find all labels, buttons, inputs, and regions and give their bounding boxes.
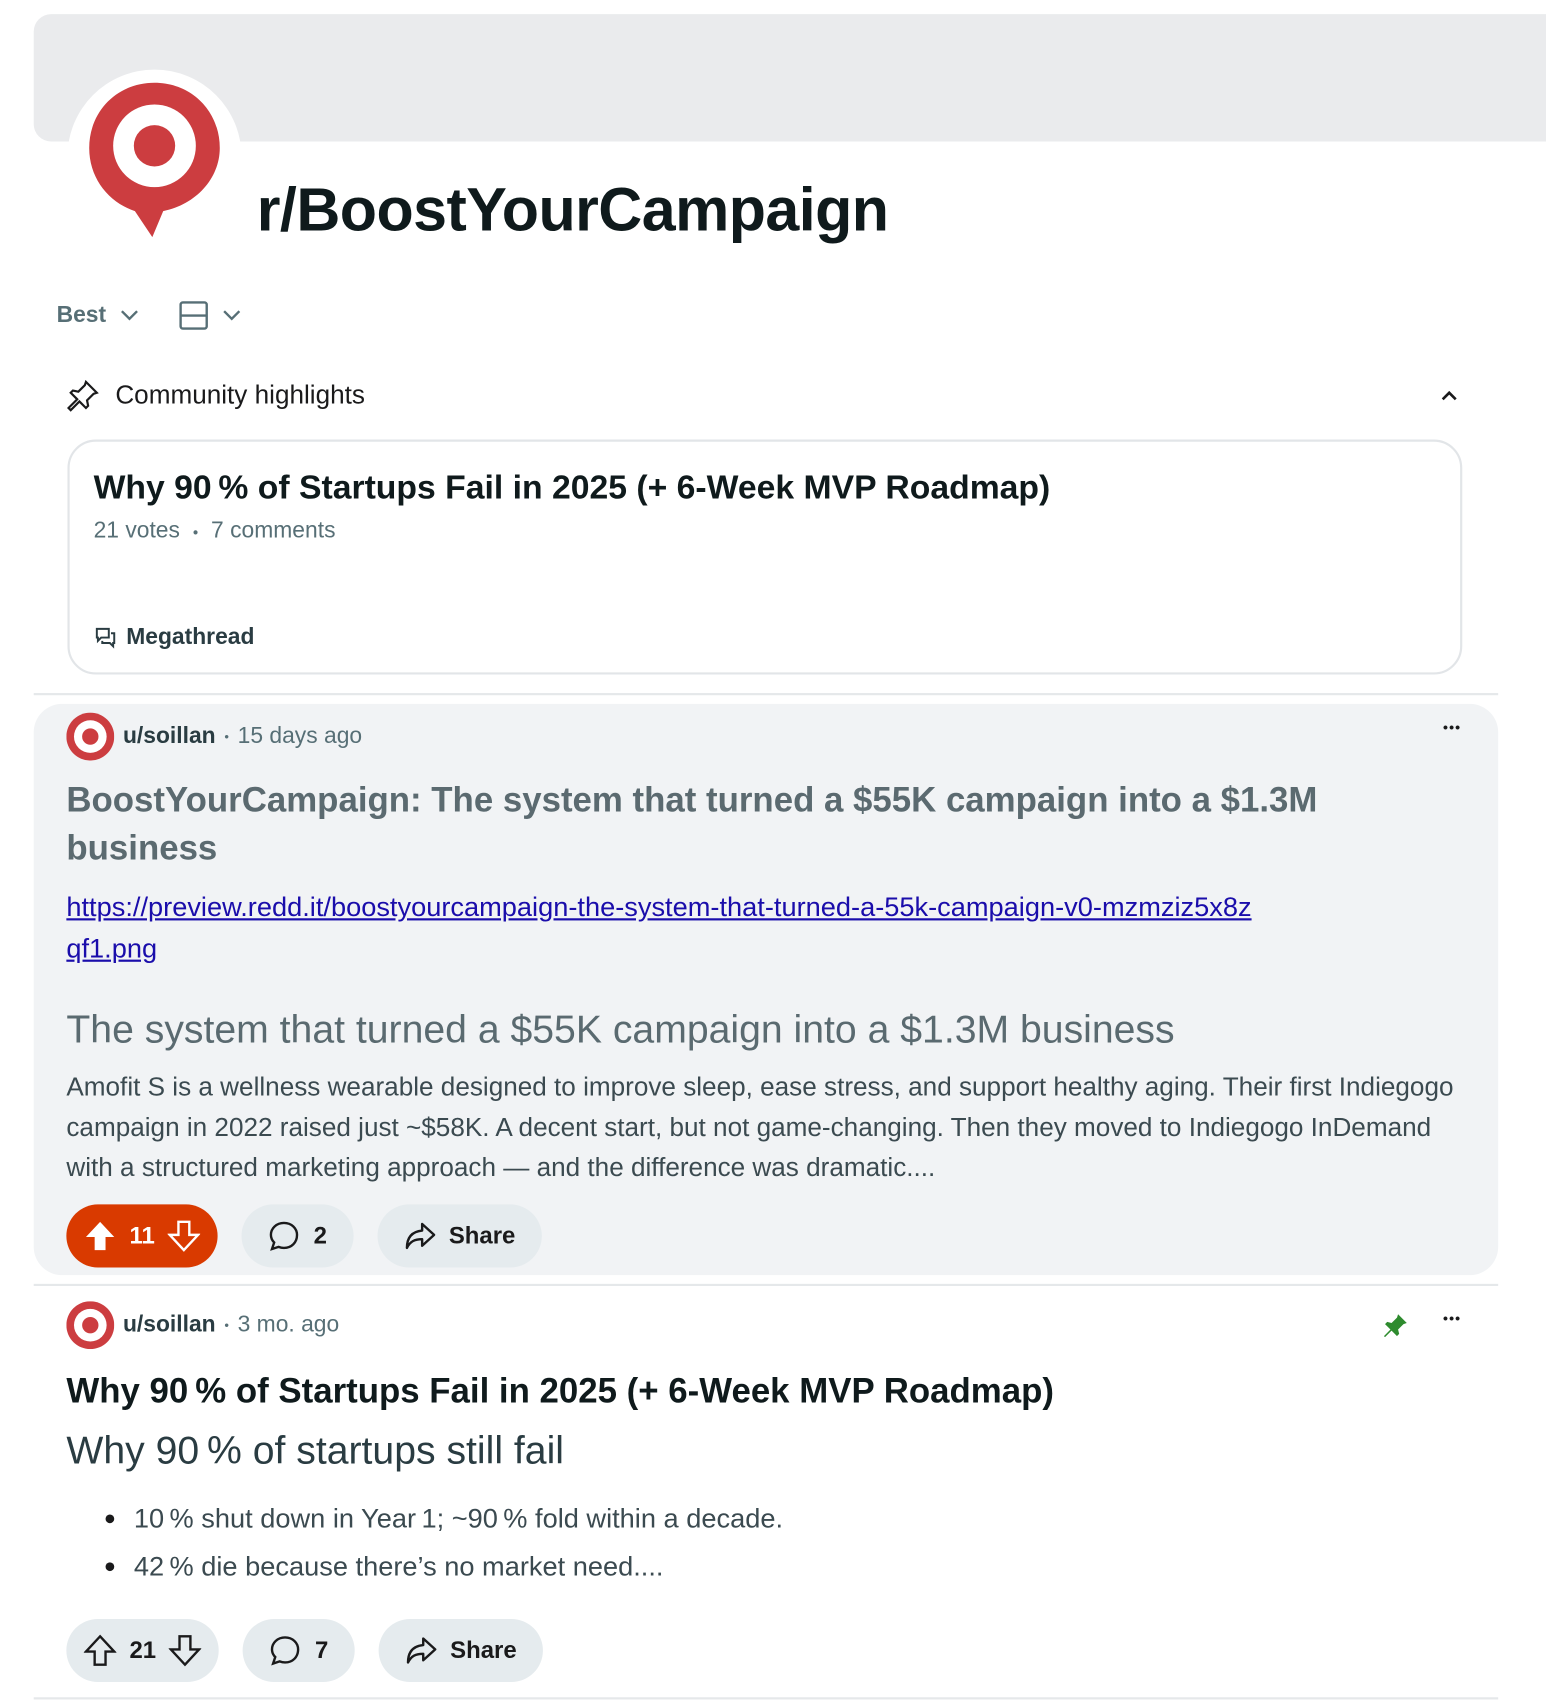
share-label: Share: [450, 1636, 517, 1664]
meta-separator: •: [192, 523, 199, 541]
bullet-item: 10 % shut down in Year 1; ~90 % fold wit…: [66, 1495, 783, 1543]
community-highlights-header: Community highlights: [65, 379, 1458, 414]
bullet-text: 10 % shut down in Year 1; ~90 % fold wit…: [133, 1503, 784, 1535]
sort-dropdown[interactable]: Best: [57, 302, 139, 328]
divider: [33, 693, 1499, 696]
sort-bar: Best: [57, 300, 241, 330]
post-title[interactable]: Why 90 % of Startups Fail in 2025 (+ 6-W…: [66, 1367, 1054, 1415]
community-highlights-label: Community highlights: [115, 380, 365, 411]
post-header: u/soillan • 15 days ago: [66, 712, 363, 761]
user-avatar-icon[interactable]: [66, 712, 115, 761]
comment-icon: [270, 1221, 299, 1251]
post-actions: 21 7 Share: [66, 1618, 543, 1683]
share-label: Share: [448, 1221, 516, 1250]
share-icon: [406, 1637, 437, 1664]
bullet-dot: [105, 1514, 115, 1524]
user-avatar-icon[interactable]: [66, 1301, 115, 1350]
vote-score: 11: [129, 1221, 155, 1250]
megathread-icon: [95, 627, 116, 649]
comment-count: 2: [313, 1221, 327, 1250]
divider: [33, 1697, 1499, 1700]
highlight-card[interactable]: Why 90 % of Startups Fail in 2025 (+ 6-W…: [67, 439, 1463, 675]
upvote-icon[interactable]: [84, 1219, 117, 1254]
more-options-icon[interactable]: •••: [1443, 1310, 1461, 1326]
megathread-tag: Megathread: [94, 624, 255, 651]
subreddit-banner: [33, 14, 1546, 142]
comment-count: 7: [314, 1636, 329, 1664]
post-actions: 11 2 Share: [66, 1204, 542, 1268]
sort-label: Best: [56, 302, 107, 328]
more-options-icon[interactable]: •••: [1443, 719, 1461, 735]
meta-separator: •: [224, 728, 229, 745]
card-view-icon: [178, 301, 208, 330]
post-author[interactable]: u/soillan: [123, 1312, 216, 1338]
subreddit-title: r/BoostYourCampaign: [256, 175, 889, 244]
bullet-text: 42 % die because there’s no market need.…: [133, 1551, 664, 1582]
downvote-icon[interactable]: [167, 1219, 201, 1254]
highlight-title[interactable]: Why 90 % of Startups Fail in 2025 (+ 6-W…: [94, 468, 1051, 507]
vote-pill: 11: [66, 1204, 218, 1268]
comments-button[interactable]: 2: [241, 1204, 354, 1268]
post-time: 3 mo. ago: [237, 1312, 340, 1338]
post-title[interactable]: BoostYourCampaign: The system that turne…: [66, 776, 1372, 872]
upvote-icon[interactable]: [83, 1633, 117, 1668]
post-bullets: 10 % shut down in Year 1; ~90 % fold wit…: [66, 1495, 783, 1591]
highlight-comments: 7 comments: [211, 517, 336, 543]
bullet-dot: [105, 1562, 115, 1572]
comment-icon: [271, 1636, 300, 1666]
highlight-meta: 21 votes • 7 comments: [94, 518, 336, 544]
post-link[interactable]: https://preview.redd.it/boostyourcampaig…: [66, 887, 1263, 970]
comments-button[interactable]: 7: [243, 1618, 355, 1683]
pinned-icon: [1383, 1314, 1407, 1338]
share-button[interactable]: Share: [377, 1204, 542, 1268]
chevron-up-icon[interactable]: [1441, 390, 1458, 403]
vote-score: 21: [129, 1636, 157, 1664]
vote-pill: 21: [66, 1618, 220, 1683]
share-icon: [405, 1222, 435, 1250]
content-scale: r/BoostYourCampaign Best Community highl…: [0, 0, 1546, 1706]
post-heading: Why 90 % of startups still fail: [66, 1427, 564, 1473]
chevron-down-icon: [120, 310, 138, 321]
post-card[interactable]: u/soillan • 3 mo. ago ••• Why 90 % of St…: [34, 1295, 1498, 1698]
megathread-label: Megathread: [126, 624, 255, 650]
page: r/BoostYourCampaign Best Community highl…: [0, 0, 1546, 1706]
downvote-icon[interactable]: [169, 1633, 202, 1668]
bullet-item: 42 % die because there’s no market need.…: [66, 1543, 783, 1591]
meta-separator: •: [224, 1317, 229, 1333]
post-heading: The system that turned a $55K campaign i…: [66, 1006, 1175, 1052]
post-body: Amofit S is a wellness wearable designed…: [66, 1072, 1454, 1183]
post-header: u/soillan • 3 mo. ago: [66, 1301, 340, 1350]
pin-icon: [67, 379, 99, 412]
share-button[interactable]: Share: [378, 1618, 543, 1683]
highlight-votes: 21 votes: [93, 517, 180, 543]
post-author[interactable]: u/soillan: [123, 724, 216, 750]
post-card[interactable]: u/soillan • 15 days ago ••• BoostYourCam…: [33, 703, 1499, 1276]
post-time: 15 days ago: [237, 723, 363, 749]
divider: [33, 1283, 1499, 1287]
subreddit-avatar-icon[interactable]: [85, 78, 224, 239]
view-dropdown[interactable]: [178, 300, 241, 330]
chevron-down-icon: [222, 310, 240, 321]
